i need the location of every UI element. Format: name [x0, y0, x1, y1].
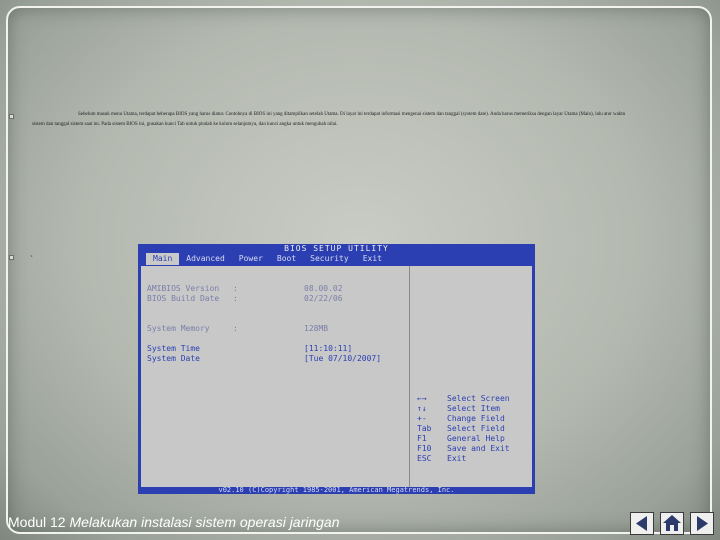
bios-panel: AMIBIOS Version : 08.00.02 BIOS Build Da… — [141, 266, 532, 487]
row-separator: : — [233, 284, 238, 293]
help-desc: Select Screen — [447, 394, 510, 403]
footer-title: Modul 12 Melakukan instalasi sistem oper… — [8, 514, 340, 530]
help-desc: Select Item — [447, 404, 500, 413]
bios-info-pane: AMIBIOS Version : 08.00.02 BIOS Build Da… — [141, 266, 410, 487]
row-label: BIOS Build Date — [147, 294, 220, 303]
help-key: Tab — [417, 424, 432, 433]
bios-help-pane: ←→ Select Screen ↑↓ Select Item +- Chang… — [410, 266, 532, 487]
bios-menubar: Main Advanced Power Boot Security Exit — [138, 253, 535, 265]
help-desc: Exit — [447, 454, 467, 463]
row-label: System Time — [147, 344, 200, 353]
home-icon — [663, 515, 681, 531]
row-value[interactable]: [Tue 07/10/2007] — [304, 354, 381, 364]
help-key: F1 — [417, 434, 427, 443]
bullet-icon — [9, 255, 14, 260]
body-paragraph: Sebelum masuk menu Utama, terdapat beber… — [32, 112, 626, 127]
forward-button[interactable] — [690, 512, 714, 535]
help-desc: Save and Exit — [447, 444, 510, 453]
back-button[interactable] — [630, 512, 654, 535]
help-desc: Select Field — [447, 424, 505, 433]
bullet-2-text: ` — [30, 254, 33, 264]
bios-menu-advanced[interactable]: Advanced — [179, 253, 232, 265]
row-label: System Memory — [147, 324, 210, 333]
back-icon — [636, 516, 647, 531]
bios-menu-security[interactable]: Security — [303, 253, 356, 265]
forward-icon — [697, 516, 708, 531]
help-key: F10 — [417, 444, 432, 453]
row-separator: : — [233, 294, 238, 303]
bios-menu-boot[interactable]: Boot — [270, 253, 303, 265]
bios-menu-power[interactable]: Power — [232, 253, 270, 265]
row-value: 128MB — [304, 324, 329, 333]
footer-title-subject: Melakukan instalasi sistem operasi jarin… — [69, 514, 340, 530]
row-value: 02/22/06 — [304, 294, 343, 303]
bios-menu-main[interactable]: Main — [146, 253, 180, 265]
bios-copyright: v02.10 (C)Copyright 1985-2001, American … — [218, 486, 455, 494]
slide-background: Sebelum masuk menu Utama, terdapat beber… — [0, 0, 720, 540]
help-key: +- — [417, 414, 427, 423]
bios-screenshot: BIOS SETUP UTILITY Main Advanced Power B… — [138, 244, 535, 494]
row-separator: : — [233, 324, 238, 333]
home-button[interactable] — [660, 512, 684, 535]
help-key: ↑↓ — [417, 404, 427, 413]
help-desc: General Help — [447, 434, 505, 443]
bios-menu-exit[interactable]: Exit — [356, 253, 389, 265]
footer-title-module: Modul 12 — [8, 514, 70, 530]
row-label: System Date — [147, 354, 200, 363]
row-label: AMIBIOS Version — [147, 284, 220, 293]
row-value: 08.00.02 — [304, 284, 343, 293]
bullet-icon — [9, 114, 14, 119]
help-key: ESC — [417, 454, 432, 463]
bios-title: BIOS SETUP UTILITY — [284, 244, 389, 253]
help-desc: Change Field — [447, 414, 505, 423]
row-value[interactable]: [11:10:11] — [304, 344, 352, 354]
help-key: ←→ — [417, 394, 427, 403]
